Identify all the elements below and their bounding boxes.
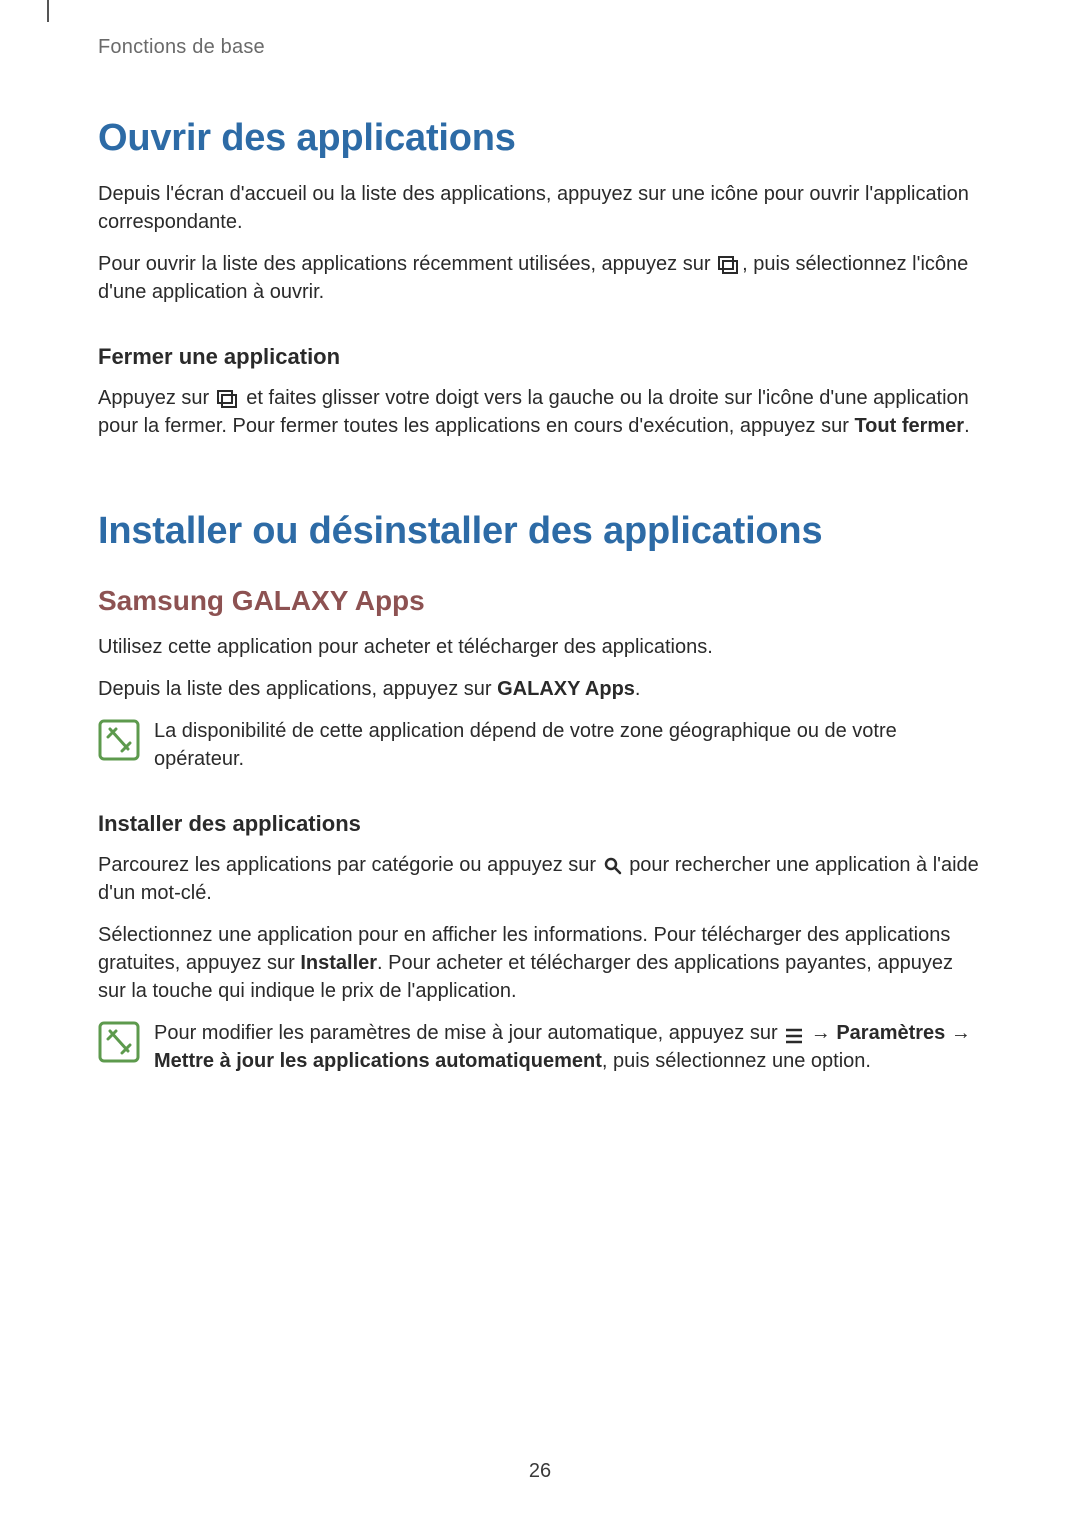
text-fragment: .: [635, 678, 641, 700]
paragraph: Parcourez les applications par catégorie…: [98, 851, 982, 907]
note-text: Pour modifier les paramètres de mise à j…: [154, 1019, 982, 1075]
text-fragment: →: [805, 1022, 836, 1044]
heading-close-app: Fermer une application: [98, 344, 982, 370]
text-fragment: Appuyez sur: [98, 387, 215, 409]
text-bold: Mettre à jour les applications automatiq…: [154, 1050, 602, 1072]
heading-galaxy-apps: Samsung GALAXY Apps: [98, 585, 982, 617]
paragraph: Depuis la liste des applications, appuye…: [98, 675, 982, 703]
note-icon: [98, 719, 140, 766]
text-fragment: Parcourez les applications par catégorie…: [98, 854, 602, 876]
text-bold: Paramètres: [836, 1022, 945, 1044]
section-header: Fonctions de base: [98, 36, 982, 59]
text-fragment: Pour modifier les paramètres de mise à j…: [154, 1022, 783, 1044]
paragraph: Utilisez cette application pour acheter …: [98, 633, 982, 661]
text-fragment: Pour ouvrir la liste des applications ré…: [98, 253, 716, 275]
paragraph: Appuyez sur et faites glisser votre doig…: [98, 384, 982, 440]
note-block: La disponibilité de cette application dé…: [98, 717, 982, 773]
text-fragment: .: [964, 415, 970, 437]
note-block: Pour modifier les paramètres de mise à j…: [98, 1019, 982, 1075]
heading-open-apps: Ouvrir des applications: [98, 117, 982, 160]
text-fragment: , puis sélectionnez une option.: [602, 1050, 871, 1072]
recent-apps-icon: [718, 254, 740, 272]
text-fragment: Depuis la liste des applications, appuye…: [98, 678, 497, 700]
paragraph: Depuis l'écran d'accueil ou la liste des…: [98, 180, 982, 236]
heading-install-uninstall: Installer ou désinstaller des applicatio…: [98, 510, 982, 553]
recent-apps-icon: [217, 388, 239, 406]
text-bold: Tout fermer: [854, 415, 964, 437]
text-bold: Installer: [300, 952, 377, 974]
page-number: 26: [0, 1460, 1080, 1483]
heading-install-apps: Installer des applications: [98, 811, 982, 837]
document-page: Fonctions de base Ouvrir des application…: [0, 0, 1080, 1075]
text-fragment: →: [945, 1022, 971, 1044]
paragraph: Sélectionnez une application pour en aff…: [98, 921, 982, 1005]
note-text: La disponibilité de cette application dé…: [154, 717, 982, 773]
search-icon: [604, 855, 622, 873]
text-bold: GALAXY Apps: [497, 678, 635, 700]
note-icon: [98, 1021, 140, 1068]
page-tab-marker: [47, 0, 49, 22]
menu-icon: [785, 1024, 803, 1040]
paragraph: Pour ouvrir la liste des applications ré…: [98, 250, 982, 306]
